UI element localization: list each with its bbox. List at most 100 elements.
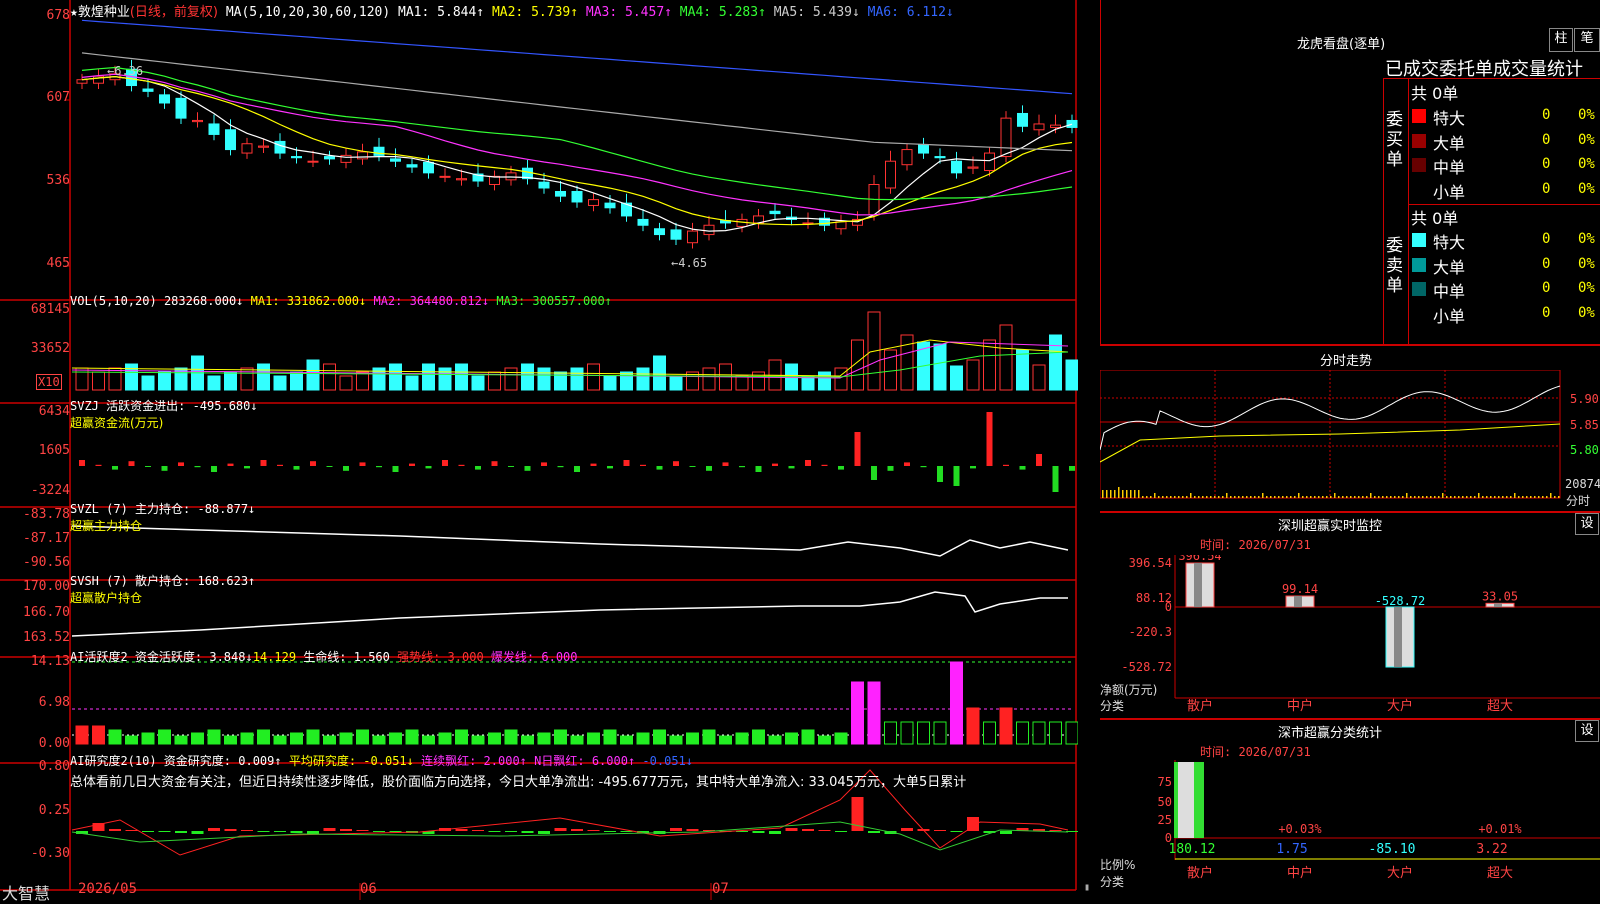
intraday-chart[interactable] (1100, 370, 1600, 510)
intraday-vol-bar (1462, 496, 1464, 498)
buy-row-count-1: 0 (1542, 131, 1551, 148)
sz-class-settings-button[interactable]: 设 (1575, 720, 1599, 742)
intraday-vol-bar (1298, 493, 1300, 498)
ai-research-bar (488, 831, 501, 832)
volume-bar (339, 375, 353, 391)
svsh-subtitle: 超赢散户持仓 (70, 591, 143, 605)
ai-activity-bar (537, 732, 551, 745)
svzj-bar (211, 466, 217, 472)
ai-activity-bar (752, 729, 765, 745)
svzj-bar (673, 461, 679, 466)
intraday-vol-bar (1266, 496, 1268, 498)
ai-research-bar (307, 831, 319, 834)
ai-activity-bar (1065, 721, 1078, 745)
volume-bar (570, 367, 584, 391)
sz-monitor-settings-button[interactable]: 设 (1575, 513, 1599, 535)
sz-monitor-bar-label-2: -528.72 (1375, 594, 1426, 608)
high-price-marker: ←6.36 (107, 64, 144, 78)
lock-icon[interactable]: ▮ (1084, 882, 1090, 893)
intraday-vol-bar (1338, 496, 1340, 498)
vol-params: VOL(5,10,20) (70, 294, 157, 308)
ai-research-bar (818, 830, 831, 831)
dragon-title: 龙虎看盘(逐单) (1297, 37, 1386, 52)
svzj-bar (145, 466, 151, 467)
ai-research-bar (208, 828, 220, 831)
volume-bar (504, 367, 518, 391)
ai-activity-bar (933, 721, 947, 745)
svzj-bar (821, 464, 828, 466)
intraday-vol-bar (1170, 496, 1172, 498)
sz-class-cat-2: 大户 (1387, 865, 1413, 881)
tick-view-button[interactable]: 笔 (1574, 28, 1600, 52)
intraday-vol-bar (1414, 496, 1416, 498)
svzj-bar (722, 462, 729, 466)
ai-activity-bar (174, 735, 188, 745)
sz-monitor-chart[interactable]: 396.5488.120-220.3-528.72396.54散户99.14中户… (1100, 555, 1600, 715)
ai-active-header: AI活跃度2 资金活跃度: 3.848↓14.129 生命线: 1.560 强势… (70, 648, 578, 665)
favorite-star-icon[interactable]: ★ (70, 5, 78, 20)
ai-research-bar (455, 829, 468, 831)
svzj-bar (541, 462, 547, 466)
svzj-bar (1069, 466, 1075, 471)
svzj-bar (871, 466, 877, 480)
svzj-bar (904, 462, 910, 466)
candle-body (406, 164, 418, 168)
ai-research-bar (769, 831, 781, 834)
intraday-vol-bar (1322, 496, 1324, 498)
candle-body (373, 146, 385, 156)
sell-row-count-2: 0 (1542, 280, 1551, 296)
ai-research-bar (175, 831, 187, 833)
svzj-bar (607, 466, 613, 469)
svzj-bar (1003, 464, 1009, 466)
volume-bar (537, 367, 551, 391)
candle-body (571, 190, 583, 203)
sell-swatch-1 (1412, 257, 1426, 272)
xaxis-month-3: 07 (712, 881, 729, 897)
intraday-vol-bar (1110, 490, 1112, 498)
column-view-button[interactable]: 柱 (1549, 28, 1573, 52)
sell-row-count-1: 0 (1542, 255, 1551, 272)
candle-body (291, 156, 302, 159)
intraday-vol-bar (1214, 496, 1216, 498)
ai-activity-bar (554, 729, 567, 745)
candle-body (192, 119, 203, 123)
ai-activity-bar (702, 729, 716, 745)
chart-mode[interactable]: (日线，前复权) (130, 5, 218, 20)
svzj-bar (970, 466, 976, 469)
intraday-vol-bar (1442, 493, 1444, 498)
svzj-bar (343, 466, 349, 471)
intraday-vol-bar (1398, 496, 1400, 498)
ai-activity-bar (356, 729, 369, 745)
intraday-vol-bar (1122, 490, 1124, 498)
intraday-vol-bar (1358, 496, 1360, 498)
candle-body (175, 97, 187, 119)
ai-research-bar (835, 831, 847, 832)
intraday-vol-bar (1518, 496, 1520, 498)
ai-activity-bar (323, 735, 336, 745)
candle-body (604, 202, 616, 209)
svzj-bar (194, 466, 201, 468)
svzj-bar (706, 466, 712, 471)
sz-monitor-bar-label-1: 99.14 (1282, 582, 1318, 596)
ai-research-ylabel-3: -0.30 (30, 846, 70, 861)
intraday-vol-bar (1466, 496, 1468, 498)
candle-body (769, 210, 781, 215)
svzj-bar (788, 466, 795, 469)
sell-row-name-3: 小单 (1433, 306, 1466, 326)
svzj-bar (310, 461, 316, 466)
intraday-vol-bar (1334, 493, 1336, 498)
intraday-vol-bar (1318, 496, 1320, 498)
ai-activity-bar (108, 729, 122, 745)
ai-research-bar (901, 828, 913, 831)
ai-research-avg: 平均研究度: -0.051↓ (288, 754, 414, 768)
intraday-vol-bar (1426, 496, 1428, 498)
ma1-value: MA1: 5.844↑ (398, 5, 485, 20)
ai-activity-bar (818, 735, 831, 745)
sz-monitor-time: 时间: 2026/07/31 (1200, 538, 1311, 552)
intraday-vol-bar (1326, 496, 1328, 498)
svzj-bar (178, 462, 184, 466)
ai-activity-bar (339, 732, 353, 745)
sz-class-chart[interactable]: 7550250180.12散户+0.03%1.75中户-85.10大户+0.01… (1100, 760, 1600, 900)
ai-activity-bar (75, 725, 89, 745)
svzj-bar (937, 466, 943, 482)
